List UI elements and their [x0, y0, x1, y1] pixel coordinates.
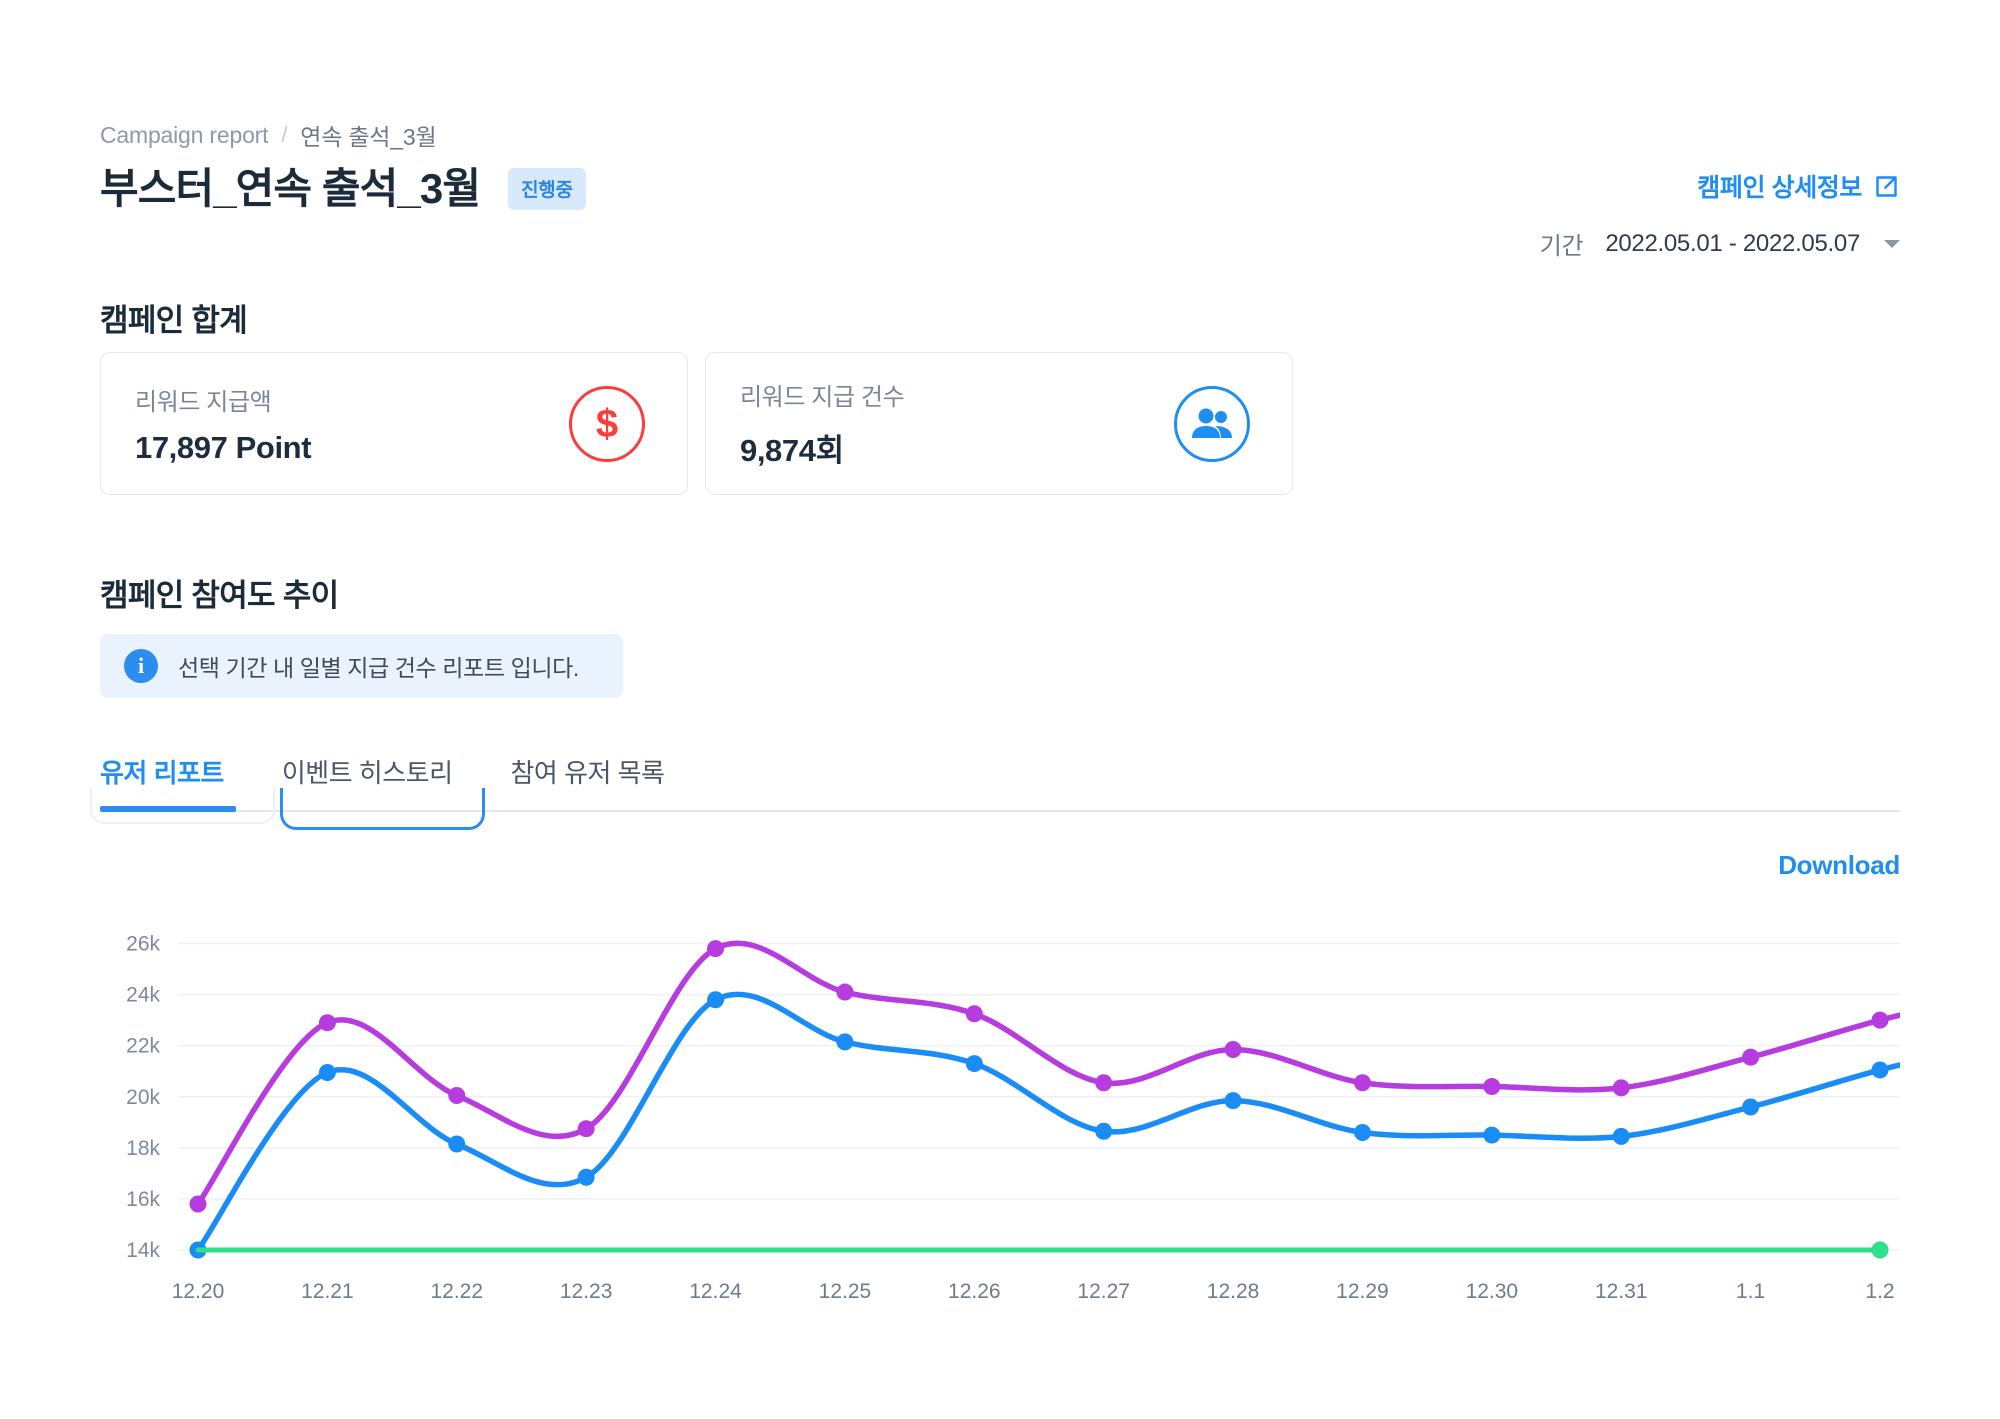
- summary-title: 캠페인 합계: [100, 303, 248, 338]
- status-badge: 진행중: [508, 168, 586, 211]
- info-banner: i 선택 기간 내 일별 지급 건수 리포트 입니다.: [100, 634, 623, 698]
- campaign-detail-link[interactable]: 캠페인 상세정보: [1697, 168, 1900, 204]
- dollar-glyph: $: [595, 401, 619, 446]
- chevron-down-icon: [1884, 239, 1900, 248]
- external-link-icon: [1876, 175, 1897, 197]
- svg-text:12.24: 12.24: [689, 1280, 742, 1303]
- breadcrumb: Campaign report / 연속 출석_3월: [100, 118, 1900, 152]
- svg-text:26k: 26k: [126, 933, 160, 956]
- tab-participant-list[interactable]: 참여 유저 목록: [511, 753, 665, 812]
- metric-label: 리워드 지급액: [135, 388, 272, 416]
- users-glyph: [1192, 408, 1232, 438]
- svg-text:16k: 16k: [126, 1188, 160, 1211]
- page-title: 부스터_연속 출석_3월: [100, 165, 481, 212]
- header-actions: 캠페인 상세정보 기간 2022.05.01 - 2022.05.07: [1540, 168, 1900, 261]
- svg-text:24k: 24k: [126, 984, 160, 1007]
- metric-card-reward-count: 리워드 지급 건수 9,874회: [705, 352, 1293, 495]
- svg-text:12.20: 12.20: [172, 1280, 225, 1303]
- svg-text:12.26: 12.26: [948, 1280, 1001, 1303]
- period-label: 기간: [1539, 233, 1584, 260]
- tab-active-indicator: [100, 806, 236, 812]
- breadcrumb-separator: /: [281, 122, 288, 147]
- svg-text:18k: 18k: [126, 1137, 160, 1160]
- svg-text:1.1: 1.1: [1736, 1280, 1765, 1303]
- metric-value: 17,897 Point: [135, 429, 312, 465]
- info-icon: i: [124, 649, 158, 683]
- svg-text:14k: 14k: [126, 1239, 160, 1262]
- svg-text:12.27: 12.27: [1077, 1280, 1130, 1303]
- svg-text:12.28: 12.28: [1207, 1280, 1260, 1303]
- svg-text:12.22: 12.22: [430, 1280, 483, 1303]
- svg-text:12.31: 12.31: [1595, 1280, 1648, 1303]
- svg-text:12.29: 12.29: [1336, 1280, 1389, 1303]
- metric-value: 9,874회: [740, 433, 844, 468]
- period-value: 2022.05.01 - 2022.05.07: [1605, 229, 1860, 257]
- metric-label: 리워드 지급 건수: [740, 384, 905, 411]
- metric-card-reward-amount: 리워드 지급액 17,897 Point $: [100, 352, 688, 495]
- svg-text:20k: 20k: [126, 1086, 160, 1109]
- svg-text:22k: 22k: [126, 1035, 160, 1058]
- breadcrumb-current[interactable]: 연속 출석_3월: [300, 118, 436, 152]
- tab-focus-outline: [280, 788, 485, 830]
- svg-text:12.25: 12.25: [819, 1280, 872, 1303]
- svg-text:1.2: 1.2: [1865, 1280, 1894, 1303]
- engagement-line-chart: 14k 16k 18k 20k 22k 24k 26k 12.20 12.21 12.22 12.2…: [100, 900, 1900, 1320]
- users-circle-icon: [1174, 385, 1250, 462]
- trend-title: 캠페인 참여도 추이: [100, 578, 339, 613]
- info-banner-text: 선택 기간 내 일별 지급 건수 리포트 입니다.: [178, 655, 579, 681]
- breadcrumb-root[interactable]: Campaign report: [100, 122, 269, 149]
- campaign-detail-label: 캠페인 상세정보: [1697, 174, 1862, 202]
- download-link[interactable]: Download: [1778, 850, 1900, 881]
- dollar-circle-icon: $: [569, 385, 645, 462]
- campaign-report-page: Campaign report / 연속 출석_3월 부스터_연속 출석_3월 …: [0, 0, 2000, 1419]
- svg-text:12.23: 12.23: [560, 1280, 613, 1303]
- svg-text:12.30: 12.30: [1466, 1280, 1519, 1303]
- summary-cards: 리워드 지급액 17,897 Point $ 리워드 지급 건수 9,874회: [100, 352, 1293, 495]
- chart-svg: 14k 16k 18k 20k 22k 24k 26k 12.20 12.21 12.22 12.2…: [126, 933, 1900, 1303]
- period-selector[interactable]: 기간 2022.05.01 - 2022.05.07: [1540, 226, 1900, 261]
- svg-text:12.21: 12.21: [301, 1280, 354, 1303]
